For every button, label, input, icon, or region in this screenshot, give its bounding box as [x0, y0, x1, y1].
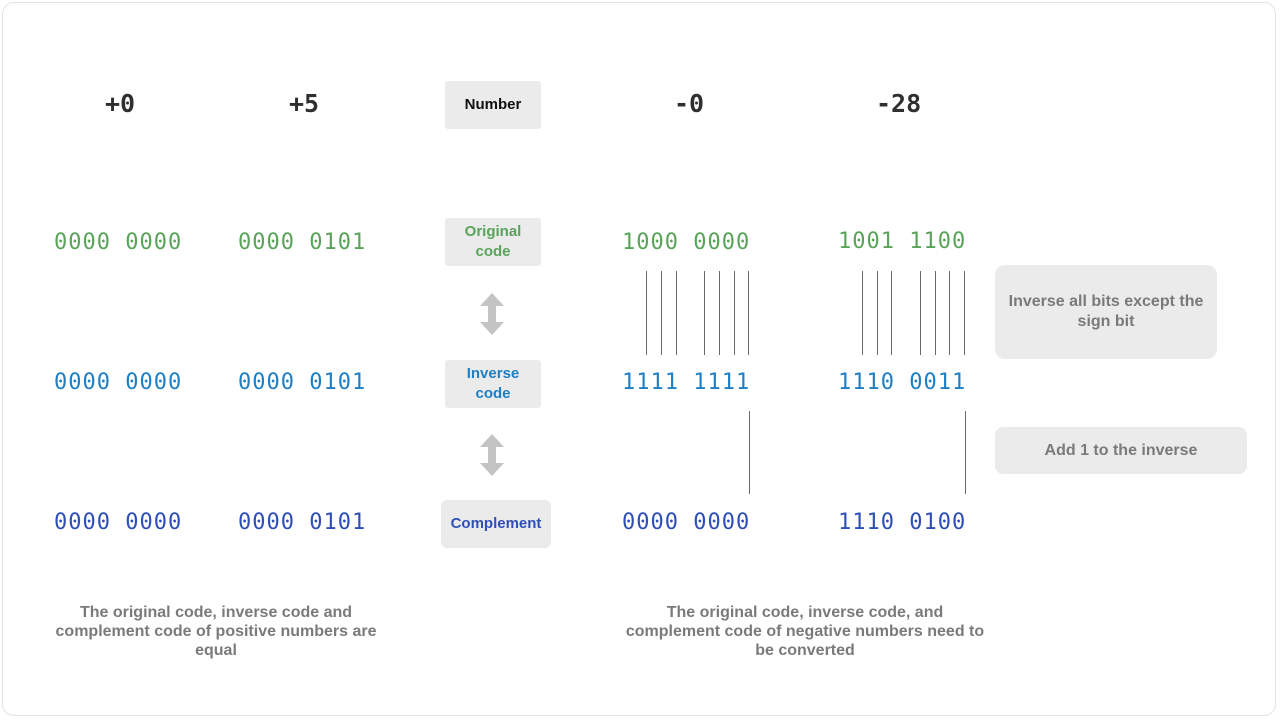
bit-connector-line: [719, 271, 720, 355]
label-complement: Complement: [441, 500, 551, 548]
double-arrow-icon: [480, 434, 504, 476]
bit-connector-line: [891, 271, 892, 355]
pos-five-original: 0000 0101: [238, 230, 367, 255]
header-neg-zero: -0: [674, 89, 705, 118]
note-add-one-text: Add 1 to the inverse: [1044, 441, 1198, 459]
bit-connector-line: [862, 271, 863, 355]
header-neg-28: -28: [876, 89, 922, 118]
neg-zero-complement: 0000 0000: [622, 510, 751, 535]
label-original-text: Original code: [464, 223, 522, 260]
neg-28-complement: 1110 0100: [838, 510, 967, 535]
label-inverse-code: Inverse code: [445, 360, 541, 408]
label-number-text: Number: [464, 96, 522, 113]
bit-connector-line: [676, 271, 677, 355]
bit-connector-line: [935, 271, 936, 355]
note-add-one: Add 1 to the inverse: [995, 427, 1247, 474]
bit-connector-line: [734, 271, 735, 355]
bit-connector-line: [877, 271, 878, 355]
double-arrow-icon: [480, 293, 504, 335]
header-pos-zero: +0: [105, 89, 136, 118]
label-complement-text: Complement: [450, 515, 542, 532]
header-pos-five: +5: [289, 89, 320, 118]
pos-zero-original: 0000 0000: [54, 230, 183, 255]
add-one-connector-line: [749, 411, 750, 494]
bit-connector-line: [949, 271, 950, 355]
neg-28-original: 1001 1100: [838, 229, 967, 254]
bit-connector-line: [646, 271, 647, 355]
caption-negative: The original code, inverse code, and com…: [625, 604, 985, 659]
bit-connector-line: [661, 271, 662, 355]
add-one-connector-line: [965, 411, 966, 494]
neg-zero-inverse: 1111 1111: [622, 370, 751, 395]
label-original-code: Original code: [445, 218, 541, 266]
neg-28-inverse: 1110 0011: [838, 370, 967, 395]
note-invert-text: Inverse all bits except the sign bit: [1008, 293, 1204, 330]
pos-five-complement: 0000 0101: [238, 510, 367, 535]
pos-zero-complement: 0000 0000: [54, 510, 183, 535]
pos-zero-inverse: 0000 0000: [54, 370, 183, 395]
bit-connector-line: [704, 271, 705, 355]
bit-connector-line: [964, 271, 965, 355]
bit-connector-line: [748, 271, 749, 355]
note-invert-bits: Inverse all bits except the sign bit: [995, 265, 1217, 359]
label-number: Number: [445, 81, 541, 129]
pos-five-inverse: 0000 0101: [238, 370, 367, 395]
label-inverse-text: Inverse code: [466, 365, 520, 402]
caption-positive: The original code, inverse code and comp…: [55, 604, 377, 659]
diagram-frame: +0 +5 -0 -28 Number Original code Invers…: [2, 2, 1276, 716]
bit-connector-line: [920, 271, 921, 355]
neg-zero-original: 1000 0000: [622, 230, 751, 255]
